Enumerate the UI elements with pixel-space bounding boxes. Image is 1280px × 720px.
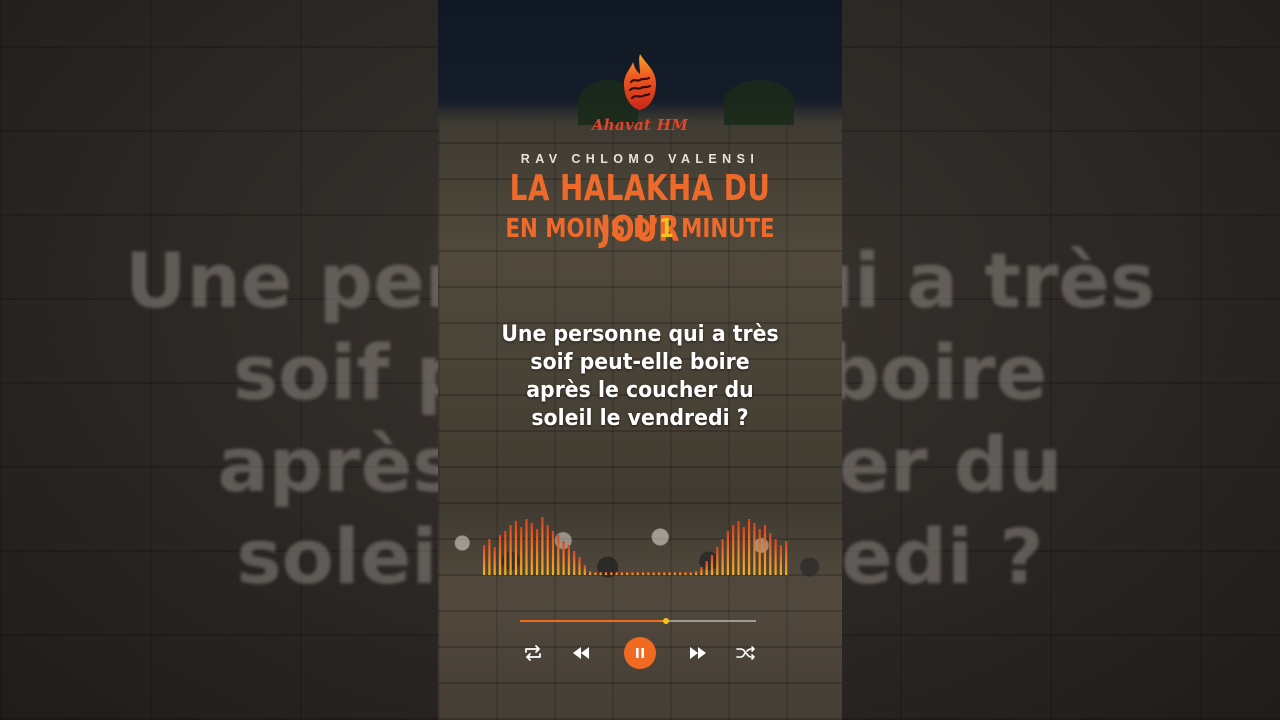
visualizer-bar (567, 545, 570, 575)
pause-button[interactable] (624, 637, 656, 669)
visualizer-bar (562, 541, 565, 575)
visualizer-bar (578, 557, 581, 575)
brand-name: Ahavat HM (591, 116, 689, 134)
question-line: Une personne qui a très (501, 322, 779, 347)
shuffle-button[interactable] (734, 642, 758, 664)
progress-bar[interactable] (520, 618, 756, 624)
visualizer-bar (705, 561, 708, 575)
title-highlight-number: 1 (658, 214, 674, 244)
visualizer-bar (642, 572, 645, 575)
visualizer-bar (604, 572, 608, 575)
visualizer-bar (753, 523, 756, 575)
rewind-button[interactable] (569, 642, 593, 664)
visualizer-bar (758, 529, 761, 575)
progress-knob[interactable] (663, 618, 670, 624)
progress-fill (520, 620, 667, 622)
visualizer-bar (483, 545, 486, 575)
visualizer-bar (652, 572, 655, 575)
visualizer-bar (785, 541, 788, 575)
visualizer-bar (737, 521, 740, 575)
title-line-2: EN MOINS D’1 MINUTE (474, 214, 805, 244)
visualizer-bar (742, 527, 745, 575)
visualizer-bar (631, 572, 634, 575)
visualizer-bar (615, 572, 618, 575)
visualizer-bar (748, 519, 751, 575)
visualizer-bar (647, 572, 650, 575)
visualizer-bar (636, 572, 639, 575)
visualizer-bar (493, 547, 496, 575)
repeat-button[interactable] (521, 642, 545, 664)
question-text: Une personne qui a très soif peut-elle b… (480, 321, 800, 433)
visualizer-bar (668, 572, 671, 575)
visualizer-bar (679, 572, 682, 575)
rewind-icon (573, 647, 589, 659)
visualizer-bar (551, 531, 555, 575)
visualizer-bar (504, 531, 507, 575)
fast-forward-button[interactable] (686, 642, 710, 664)
visualizer-bar (663, 572, 666, 575)
visualizer-bar (573, 551, 576, 575)
author-name: RAV CHLOMO VALENSI (520, 152, 760, 166)
visualizer-bar (509, 525, 512, 575)
title-line-2-prefix: EN MOINS D’ (505, 214, 659, 244)
visualizer-bar (546, 525, 549, 575)
visualizer-bar (657, 572, 661, 575)
question-line: après le coucher du (526, 378, 754, 403)
question-line: soif peut-elle boire (530, 350, 750, 375)
flame-logo-icon (624, 54, 656, 110)
logo: Ahavat HM (438, 52, 842, 134)
visualizer-bar (774, 539, 777, 575)
audio-visualizer (483, 517, 788, 575)
visualizer-bar (583, 565, 586, 575)
visualizer-bar (626, 572, 629, 575)
visualizer-bar (779, 545, 782, 575)
visualizer-bar (488, 539, 491, 575)
visualizer-bar (530, 523, 533, 575)
visualizer-bar (536, 529, 539, 575)
visualizer-bar (514, 521, 517, 575)
shuffle-icon (736, 646, 755, 660)
question-line: soleil le vendredi ? (531, 406, 749, 431)
visualizer-bar (589, 571, 592, 575)
visualizer-bar (769, 533, 772, 575)
visualizer-bar (498, 535, 502, 575)
visualizer-bar (763, 525, 767, 575)
visualizer-bar (594, 572, 597, 575)
visualizer-bar (732, 525, 735, 575)
visualizer-bar (541, 517, 544, 575)
visualizer-bar (525, 519, 528, 575)
visualizer-bar (599, 572, 602, 575)
visualizer-bar (689, 572, 692, 575)
fast-forward-icon (690, 647, 706, 659)
video-frame[interactable]: Ahavat HM RAV CHLOMO VALENSI LA HALAKHA … (438, 0, 842, 720)
title-line-2-suffix: MINUTE (673, 214, 775, 244)
visualizer-bar (620, 572, 623, 575)
pause-icon (636, 648, 644, 658)
visualizer-bar (673, 572, 676, 575)
visualizer-bar (520, 527, 523, 575)
visualizer-bar (716, 547, 719, 575)
visualizer-bar (700, 567, 703, 575)
repeat-icon (525, 645, 541, 661)
visualizer-bar (684, 572, 687, 575)
visualizer-bar (695, 571, 698, 575)
visualizer-bar (710, 555, 714, 575)
visualizer-bar (557, 535, 560, 575)
visualizer-bar (610, 572, 613, 575)
visualizer-bar (726, 531, 729, 575)
visualizer-bar (721, 539, 724, 575)
